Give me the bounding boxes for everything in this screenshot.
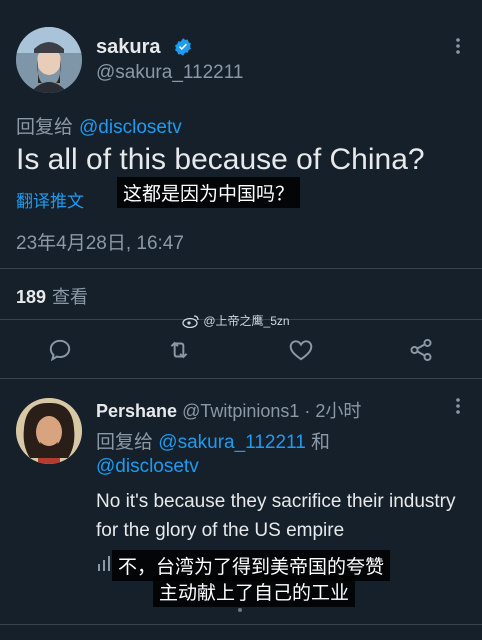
reply-header: Pershane @Twitpinions1 · 2小时	[96, 397, 361, 423]
reply-text: No it's because they sacrifice their ind…	[96, 491, 456, 541]
reply-icon[interactable]	[47, 337, 73, 363]
reply-replying-to: 回复给 @sakura_112211 和	[96, 427, 330, 454]
reply-more-options-icon[interactable]	[450, 396, 466, 416]
divider	[0, 378, 482, 379]
analytics-icon[interactable]	[97, 555, 111, 571]
views-count[interactable]: 189 查看	[16, 283, 88, 309]
divider	[0, 268, 482, 269]
reply-time[interactable]: 2小时	[315, 401, 361, 421]
reply-author-handle[interactable]: @Twitpinions1	[182, 401, 299, 421]
video-subtitle: 主动献上了自己的工业	[153, 576, 356, 607]
author-handle[interactable]: @sakura_112211	[96, 62, 243, 84]
replying-to-label: 回复给	[16, 117, 74, 138]
tweet-text: Is all of this because of China?	[16, 143, 425, 176]
video-subtitle: 这都是因为中国吗？	[117, 177, 301, 208]
and-label: 和	[311, 432, 331, 453]
reply-author-avatar[interactable]	[16, 398, 82, 464]
reply-replying-to-label: 回复给	[96, 432, 154, 453]
divider	[0, 624, 482, 625]
translate-tweet-link[interactable]: 翻译推文	[16, 187, 84, 212]
watermark-text: @上帝之鹰_5zn	[203, 314, 290, 328]
replying-to-handle-link[interactable]: @disclosetv	[96, 456, 199, 478]
retweet-icon[interactable]	[166, 337, 192, 363]
separator-dot: ·	[304, 401, 311, 421]
more-options-icon[interactable]	[450, 36, 466, 56]
weibo-logo-icon	[182, 315, 199, 329]
verified-badge-icon	[175, 38, 191, 56]
replying-to-handle-link[interactable]: @disclosetv	[79, 117, 182, 138]
watermark: @上帝之鹰_5zn	[182, 312, 290, 329]
reply-author-name[interactable]: Pershane	[96, 401, 177, 421]
views-label: 查看	[52, 287, 89, 307]
replying-to-handle-link[interactable]: @sakura_112211	[158, 432, 305, 453]
tweet-timestamp[interactable]: 23年4月28日, 16:47	[16, 228, 184, 255]
author-name[interactable]: sakura	[96, 36, 161, 59]
heart-icon[interactable]	[288, 337, 314, 363]
views-number: 189	[16, 287, 47, 307]
thread-dot	[238, 608, 242, 612]
replying-to: 回复给 @disclosetv	[16, 112, 182, 139]
share-icon[interactable]	[408, 337, 434, 363]
author-avatar[interactable]	[16, 27, 82, 93]
